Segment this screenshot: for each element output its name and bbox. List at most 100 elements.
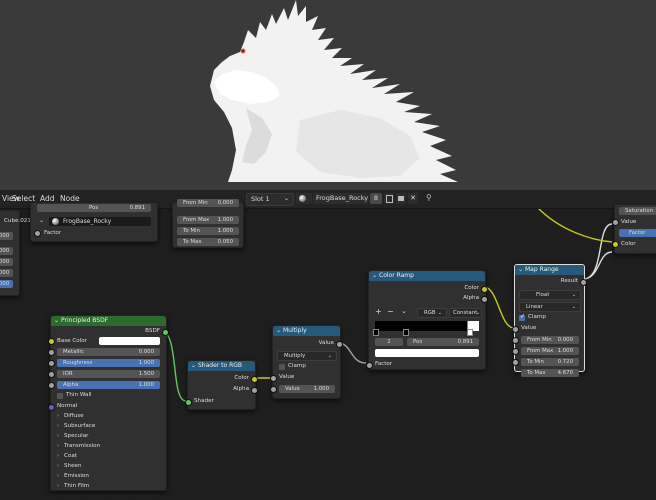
panel-emission[interactable]: › Emission xyxy=(57,473,89,479)
node-title[interactable]: ⌄ Color Ramp xyxy=(369,271,485,281)
shader-to-rgb-node[interactable]: ⌄ Shader to RGB Color Alpha Shader xyxy=(185,360,258,410)
value-field[interactable]: Value 1.000 xyxy=(279,385,335,393)
alpha-field[interactable]: Alpha 1.000 xyxy=(57,381,160,389)
node-title[interactable]: ⌄ Shader to RGB xyxy=(188,361,255,371)
partial-field-3[interactable]: 000 xyxy=(0,258,13,266)
saturation-field[interactable]: Saturation xyxy=(619,207,656,215)
value-socket[interactable] xyxy=(612,219,619,226)
partial-field-2[interactable]: 000 xyxy=(0,247,13,255)
interpolation-dropdown[interactable]: Constant ⌄ xyxy=(449,308,482,318)
value-input-socket[interactable] xyxy=(270,375,277,382)
panel-thin-film[interactable]: › Thin Film xyxy=(57,483,89,489)
unlink-material-button[interactable] xyxy=(396,193,406,204)
partial-hsv-node[interactable]: Saturation Value Factor Color xyxy=(612,204,656,254)
stop-handle-right[interactable] xyxy=(467,329,473,336)
data-type-dropdown[interactable]: Float ⌄ xyxy=(519,290,581,300)
to-min-socket[interactable] xyxy=(512,359,519,366)
to-min-field[interactable]: To Min 0.720 xyxy=(521,358,579,366)
3d-viewport[interactable] xyxy=(0,0,656,190)
from-min-field[interactable]: From Min 0.000 xyxy=(521,336,579,344)
base-color-swatch[interactable] xyxy=(99,337,160,345)
slot-dropdown[interactable]: Slot 1 ⌄ xyxy=(246,193,294,206)
partial-material-node[interactable]: Pos 0.891 ⌄ FrogBase_Rocky Factor xyxy=(30,202,158,242)
color-ramp-node[interactable]: ⌄ Color Ramp Color Alpha + − ⌄ RGB ⌄ Const… xyxy=(366,270,488,370)
partial-pos-field[interactable]: Pos 0.891 xyxy=(37,204,151,212)
top-from-max[interactable]: From Max 1.000 xyxy=(177,216,239,224)
add-stop-button[interactable]: + xyxy=(375,307,382,316)
color-output-label: Color xyxy=(234,375,249,381)
fake-user-button[interactable] xyxy=(384,193,394,204)
color-output-socket[interactable] xyxy=(251,376,258,383)
shader-node-editor[interactable]: View Select Add Node Slot 1 ⌄ FrogBase_R… xyxy=(0,190,656,500)
ior-socket[interactable] xyxy=(48,371,55,378)
roughness-socket[interactable] xyxy=(48,360,55,367)
remove-stop-button[interactable]: − xyxy=(387,307,394,316)
normal-socket[interactable] xyxy=(48,404,55,411)
close-material-button[interactable]: ✕ xyxy=(408,193,418,204)
operation-dropdown[interactable]: Multiply ⌄ xyxy=(277,351,337,361)
panel-sheen[interactable]: › Sheen xyxy=(57,463,82,469)
fac-input-socket[interactable] xyxy=(366,362,373,369)
multiply-node[interactable]: ⌄ Multiply Value Multiply ⌄ Clamp Value Va… xyxy=(270,325,343,399)
pin-icon[interactable]: ⚲ xyxy=(426,193,432,202)
color-output-socket[interactable] xyxy=(481,286,488,293)
chevron-down-icon[interactable]: ⌄ xyxy=(401,307,407,315)
top-to-min[interactable]: To Min 1.000 xyxy=(177,227,239,235)
clamp-checkbox[interactable] xyxy=(279,364,285,370)
value2-input-socket[interactable] xyxy=(270,386,277,393)
bsdf-output-socket[interactable] xyxy=(162,329,169,336)
panel-diffuse[interactable]: › Diffuse xyxy=(57,413,84,419)
stop-handle-mid[interactable] xyxy=(403,329,409,336)
result-output-socket[interactable] xyxy=(580,279,587,286)
partial-field-5[interactable]: 000 xyxy=(0,280,13,288)
from-min-socket[interactable] xyxy=(512,337,519,344)
color-ramp-gradient[interactable] xyxy=(375,321,479,331)
from-max-socket[interactable] xyxy=(512,348,519,355)
stop-color-swatch[interactable] xyxy=(375,349,479,357)
material-sphere-icon xyxy=(52,218,59,225)
partial-map-range-node[interactable]: From Min 0.000 From Max 1.000 To Min 1.000 … xyxy=(172,199,244,248)
stop-index-field[interactable]: 2 xyxy=(375,338,403,346)
material-browse-button[interactable] xyxy=(296,193,312,204)
value-input-socket[interactable] xyxy=(512,326,519,333)
base-color-socket[interactable] xyxy=(48,338,55,345)
material-selector[interactable]: ⌄ FrogBase_Rocky xyxy=(39,217,151,226)
node-title[interactable]: ⌄ Map Range xyxy=(515,265,584,275)
alpha-output-socket[interactable] xyxy=(251,387,258,394)
panel-transmission[interactable]: › Transmission xyxy=(57,443,100,449)
material-name-field[interactable]: FrogBase_Rocky xyxy=(313,193,369,204)
partial-field-4[interactable]: 000 xyxy=(0,269,13,277)
node-title[interactable]: ⌄ Multiply xyxy=(273,326,340,336)
stop-handle-left[interactable] xyxy=(373,329,379,336)
factor-field[interactable]: Factor xyxy=(619,229,656,237)
metallic-socket[interactable] xyxy=(48,349,55,356)
panel-coat[interactable]: › Coat xyxy=(57,453,77,459)
interpolation-dropdown[interactable]: Linear ⌄ xyxy=(519,302,581,312)
panel-specular[interactable]: › Specular xyxy=(57,433,88,439)
partial-object-node[interactable]: Cube.021 000 000 000 000 000 xyxy=(0,210,31,296)
top-from-min[interactable]: From Min 0.000 xyxy=(177,199,239,207)
partial-field-1[interactable]: 000 xyxy=(0,232,13,240)
from-max-field[interactable]: From Max 1.000 xyxy=(521,347,579,355)
panel-subsurface[interactable]: › Subsurface xyxy=(57,423,95,429)
stop-pos-field[interactable]: Pos 0.891 xyxy=(407,338,479,346)
clamp-checkbox[interactable]: ✓ xyxy=(519,313,525,321)
principled-bsdf-node[interactable]: ⌄ Principled BSDF BSDF Base Color Metalli… xyxy=(48,315,169,491)
metallic-field[interactable]: Metallic 0.000 xyxy=(57,348,160,356)
factor-socket[interactable] xyxy=(34,230,41,237)
to-max-field[interactable]: To Max 4.670 xyxy=(521,369,579,377)
chevron-right-icon: › xyxy=(57,413,59,419)
thin-wall-checkbox[interactable] xyxy=(57,393,63,399)
top-to-max[interactable]: To Max 0.050 xyxy=(177,238,239,246)
ior-field[interactable]: IOR 1.500 xyxy=(57,370,160,378)
alpha-socket[interactable] xyxy=(48,382,55,389)
roughness-field[interactable]: Roughness 1.000 xyxy=(57,359,160,367)
alpha-output-socket[interactable] xyxy=(481,296,488,303)
user-count-badge[interactable]: 8 xyxy=(370,193,382,204)
map-range-node[interactable]: ⌄ Map Range Result Float ⌄ Linear ⌄ ✓ Clamp… xyxy=(512,264,587,377)
shader-input-socket[interactable] xyxy=(185,399,192,406)
color-mode-dropdown[interactable]: RGB ⌄ xyxy=(417,308,447,318)
value-output-socket[interactable] xyxy=(336,341,343,348)
node-title[interactable]: ⌄ Principled BSDF xyxy=(51,316,166,326)
color-socket[interactable] xyxy=(612,241,619,248)
